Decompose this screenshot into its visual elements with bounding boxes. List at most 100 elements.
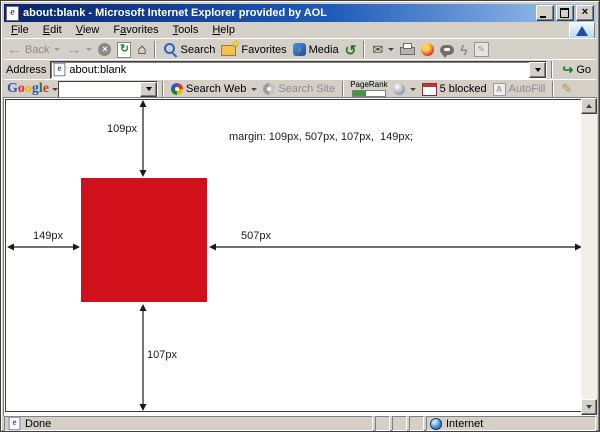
status-pane: e Done [4, 416, 373, 431]
vertical-scrollbar[interactable] [581, 98, 597, 415]
go-button[interactable]: ↪ Go [557, 61, 596, 79]
toolbar-separator [551, 61, 553, 78]
toolbar-separator [342, 81, 344, 98]
mail-dropdown-icon[interactable] [388, 48, 394, 51]
internet-globe-icon [430, 418, 442, 430]
favorites-button[interactable]: Favorites [218, 40, 289, 60]
close-icon: × [577, 6, 593, 20]
browser-window: e about:blank - Microsoft Internet Explo… [0, 0, 600, 432]
autofill-button[interactable]: A AutoFill [490, 79, 549, 99]
search-web-dropdown-icon[interactable] [251, 88, 257, 91]
status-pane-empty [375, 416, 390, 431]
page-info-button[interactable] [390, 79, 419, 99]
address-field: e [50, 61, 547, 79]
restore-button[interactable] [556, 5, 574, 21]
zone-text: Internet [446, 418, 483, 430]
home-button[interactable]: ⌂ [134, 40, 149, 60]
pagerank-fill [353, 91, 366, 96]
search-web-label: Search Web [186, 83, 246, 95]
media-label: Media [309, 44, 339, 56]
print-button[interactable] [397, 40, 418, 60]
menu-favorites[interactable]: Favorites [106, 24, 165, 36]
status-pane-empty [409, 416, 424, 431]
scroll-up-button[interactable] [581, 98, 597, 114]
minimize-button[interactable] [536, 5, 554, 21]
address-dropdown-button[interactable] [529, 62, 546, 78]
quick-connect-button[interactable]: ϟ [457, 40, 470, 60]
stop-button[interactable]: × [95, 40, 114, 60]
menu-tools[interactable]: Tools [166, 24, 206, 36]
forward-button[interactable]: → [63, 40, 95, 60]
right-margin-label: 507px [232, 230, 280, 242]
title-bar: e about:blank - Microsoft Internet Explo… [4, 4, 596, 22]
info-dropdown-icon[interactable] [410, 88, 416, 91]
aol-triangle-icon [576, 26, 588, 36]
mail-icon: ✉ [372, 43, 383, 56]
standard-toolbar: ← Back → × ↻ ⌂ Search Favorites ♪ Media … [4, 38, 596, 60]
status-pane-empty [392, 416, 407, 431]
refresh-button[interactable]: ↻ [114, 40, 134, 60]
aol-logo [569, 22, 595, 39]
search-icon [163, 42, 178, 57]
menu-help[interactable]: Help [205, 24, 242, 36]
search-label: Search [181, 44, 216, 56]
favorites-label: Favorites [241, 44, 286, 56]
messenger-button[interactable] [437, 40, 457, 60]
chevron-down-icon [535, 68, 541, 72]
back-dropdown-icon[interactable] [54, 48, 60, 51]
edit-icon: ✎ [474, 42, 489, 57]
back-button[interactable]: ← Back [4, 40, 63, 60]
search-web-button[interactable]: Search Web [168, 79, 260, 99]
go-arrow-icon: ↪ [562, 63, 573, 76]
status-text: Done [25, 418, 51, 430]
google-ball-gray-icon [263, 83, 275, 95]
refresh-icon: ↻ [117, 42, 131, 58]
chevron-down-icon [146, 87, 152, 91]
toolbar-separator [552, 81, 554, 98]
forward-dropdown-icon[interactable] [86, 48, 92, 51]
media-button[interactable]: ♪ Media [290, 40, 342, 60]
scroll-down-button[interactable] [581, 399, 597, 415]
address-label: Address [4, 64, 50, 76]
search-site-button[interactable]: Search Site [260, 79, 338, 99]
back-arrow-icon: ← [7, 43, 22, 57]
google-search-dropdown[interactable] [140, 82, 157, 97]
history-button[interactable]: ↺ [342, 40, 360, 60]
mail-button[interactable]: ✉ [369, 40, 397, 60]
aim-button[interactable] [418, 40, 437, 60]
autofill-icon: A [493, 83, 506, 96]
aim-icon [421, 43, 434, 56]
popup-blocker-button[interactable]: 5 blocked [419, 79, 490, 99]
google-ball-icon [171, 83, 183, 95]
lightning-icon: ϟ [460, 43, 467, 57]
address-input[interactable] [69, 63, 526, 76]
top-margin-label: 109px [93, 123, 137, 135]
home-icon: ⌂ [137, 43, 146, 57]
back-label: Back [25, 44, 49, 56]
autofill-label: AutoFill [509, 83, 546, 95]
status-bar: e Done Internet [4, 416, 596, 431]
google-logo[interactable]: G o o g l e [4, 81, 50, 97]
close-button[interactable]: × [576, 5, 594, 21]
highlight-button[interactable]: ✎ [558, 79, 575, 99]
history-icon: ↺ [345, 43, 357, 57]
margin-css-text: margin: 109px, 507px, 107px, 149px; [229, 131, 413, 143]
messenger-icon [440, 45, 454, 55]
info-icon [393, 83, 405, 95]
triangle-up-icon [586, 104, 592, 108]
menu-edit[interactable]: Edit [36, 24, 69, 36]
menu-view[interactable]: View [69, 24, 107, 36]
restore-icon [560, 8, 569, 18]
menu-file[interactable]: File [4, 24, 36, 36]
edit-button[interactable]: ✎ [471, 40, 492, 60]
address-bar: Address e ↪ Go [4, 59, 596, 79]
favorites-icon [221, 43, 238, 56]
minimize-icon [540, 16, 546, 18]
red-margin-box [81, 178, 207, 302]
forward-arrow-icon: → [66, 43, 81, 57]
google-search-input[interactable] [59, 82, 140, 96]
search-button[interactable]: Search [160, 40, 219, 60]
pagerank-indicator[interactable]: PageRank [348, 81, 389, 97]
triangle-down-icon [586, 405, 592, 409]
bottom-margin-label: 107px [147, 349, 177, 361]
